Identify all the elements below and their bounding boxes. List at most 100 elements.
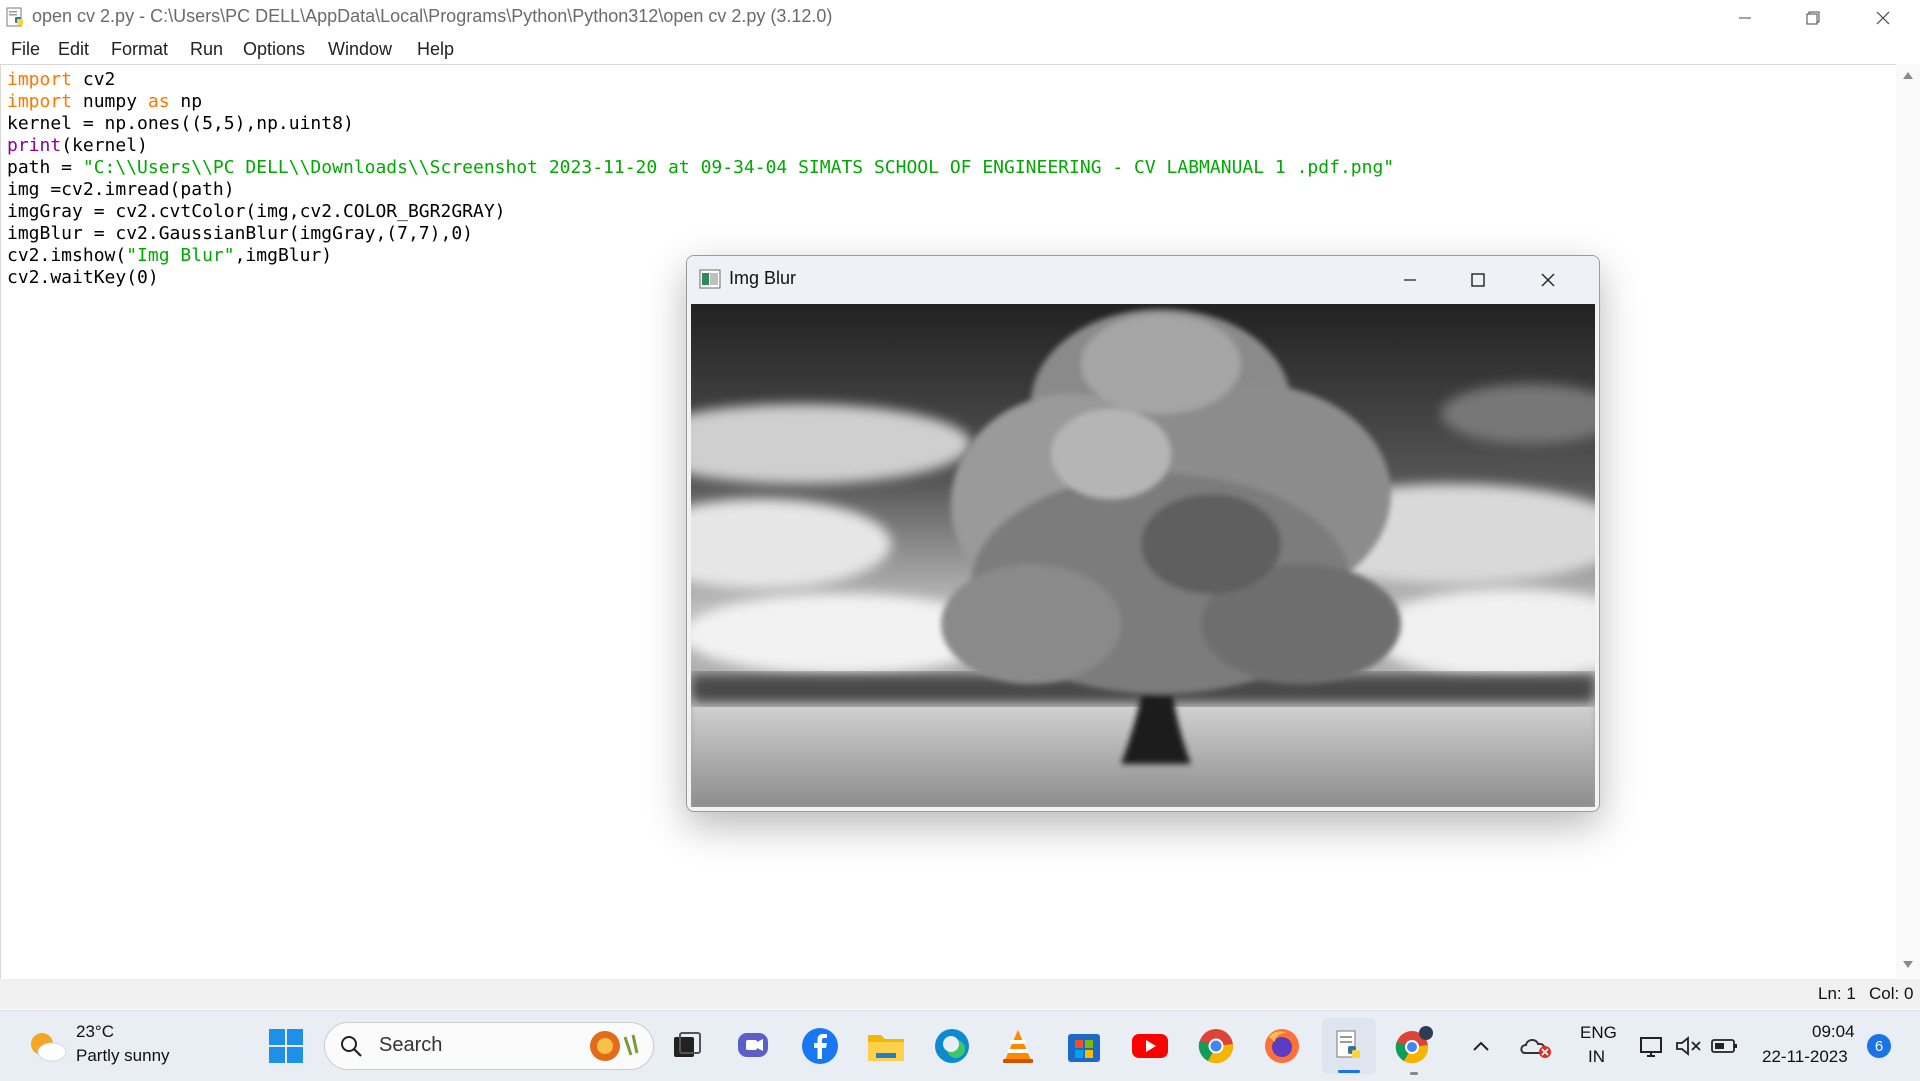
menu-bar: File Edit Format Run Options Window Help bbox=[0, 36, 1920, 64]
status-bar: Ln: 1 Col: 0 bbox=[0, 979, 1920, 1009]
chevron-up-icon bbox=[1473, 1041, 1489, 1051]
edge-icon bbox=[935, 1029, 969, 1063]
code-line-4: (kernel) bbox=[61, 135, 148, 156]
chrome-profile-app[interactable] bbox=[1390, 1022, 1438, 1075]
scroll-up-icon[interactable] bbox=[1902, 70, 1914, 80]
code-line-9: cv2.imshow( bbox=[7, 245, 127, 266]
code-line-2: numpy bbox=[72, 91, 148, 112]
img-blur-titlebar[interactable]: Img Blur bbox=[687, 256, 1599, 304]
search-icon bbox=[341, 1036, 362, 1057]
weather-widget[interactable] bbox=[22, 1022, 72, 1070]
notification-badge[interactable]: 6 bbox=[1867, 1034, 1891, 1058]
code-builtin: print bbox=[7, 135, 62, 156]
maximize-icon bbox=[1471, 273, 1485, 287]
menu-help[interactable]: Help bbox=[417, 39, 454, 60]
window-titlebar: open cv 2.py - C:\Users\PC DELL\AppData\… bbox=[0, 0, 1920, 36]
img-blur-window[interactable]: Img Blur bbox=[686, 255, 1600, 812]
onedrive-status[interactable] bbox=[1514, 1022, 1558, 1070]
file-explorer-app[interactable] bbox=[862, 1022, 910, 1070]
code-keyword: import bbox=[7, 91, 73, 112]
youtube-icon bbox=[1132, 1034, 1168, 1058]
close-icon bbox=[1876, 11, 1890, 25]
code-keyword: import bbox=[7, 69, 73, 90]
search-highlight-icon bbox=[590, 1031, 639, 1061]
taskbar: 23°C Partly sunny Search ENG IN 09:04 22… bbox=[0, 1010, 1920, 1081]
code-line-8: imgBlur = cv2.GaussianBlur(imgGray,(7,7)… bbox=[7, 223, 473, 244]
task-view-button[interactable] bbox=[662, 1022, 710, 1070]
clock-date[interactable]: 22-11-2023 bbox=[1762, 1047, 1848, 1067]
python-idle-icon bbox=[1336, 1030, 1360, 1058]
weather-temperature[interactable]: 23°C bbox=[76, 1022, 114, 1042]
volume-control[interactable] bbox=[1672, 1022, 1704, 1070]
store-icon bbox=[1068, 1034, 1100, 1062]
chrome-icon bbox=[1395, 1026, 1433, 1064]
img-blur-minimize-button[interactable] bbox=[1375, 256, 1445, 304]
search-placeholder: Search bbox=[379, 1034, 443, 1056]
window-title: open cv 2.py - C:\Users\PC DELL\AppData\… bbox=[32, 6, 833, 26]
minimize-icon bbox=[1404, 279, 1416, 281]
menu-file[interactable]: File bbox=[11, 39, 40, 60]
microsoft-store-app[interactable] bbox=[1060, 1022, 1108, 1070]
code-string: "Img Blur" bbox=[126, 245, 235, 266]
menu-options[interactable]: Options bbox=[243, 39, 305, 60]
windows-logo-icon bbox=[269, 1029, 303, 1063]
chrome-icon bbox=[1198, 1029, 1234, 1064]
partly-sunny-icon bbox=[31, 1033, 67, 1062]
vlc-app[interactable] bbox=[994, 1022, 1042, 1070]
code-line-10: cv2.waitKey(0) bbox=[7, 267, 159, 288]
code-line-3: kernel = np.ones((5,5),np.uint8) bbox=[7, 113, 354, 134]
region-indicator[interactable]: IN bbox=[1588, 1047, 1605, 1067]
cloud-error-icon bbox=[1520, 1039, 1551, 1058]
show-hidden-icons-button[interactable] bbox=[1466, 1022, 1496, 1070]
code-keyword: as bbox=[147, 91, 170, 112]
folder-icon bbox=[868, 1035, 904, 1061]
edge-browser-app[interactable] bbox=[928, 1022, 976, 1070]
menu-format[interactable]: Format bbox=[111, 39, 168, 60]
img-blur-title: Img Blur bbox=[729, 268, 797, 288]
code-line-1: cv2 bbox=[72, 69, 116, 90]
firefox-app[interactable] bbox=[1258, 1022, 1306, 1070]
teams-chat-app[interactable] bbox=[730, 1022, 778, 1070]
battery-status[interactable] bbox=[1708, 1022, 1742, 1070]
img-blur-maximize-button[interactable] bbox=[1443, 256, 1513, 304]
close-icon bbox=[1541, 273, 1555, 287]
python-idle-icon bbox=[6, 7, 23, 27]
network-monitor-icon bbox=[1640, 1037, 1662, 1057]
menu-window[interactable]: Window bbox=[328, 39, 392, 60]
weather-description[interactable]: Partly sunny bbox=[76, 1046, 170, 1066]
start-button[interactable] bbox=[262, 1022, 310, 1070]
clock-time[interactable]: 09:04 bbox=[1812, 1022, 1855, 1042]
vlc-cone-icon bbox=[1003, 1030, 1033, 1063]
volume-muted-icon bbox=[1676, 1036, 1701, 1056]
network-status[interactable] bbox=[1636, 1022, 1668, 1070]
img-blur-close-button[interactable] bbox=[1513, 256, 1583, 304]
chat-icon bbox=[738, 1033, 768, 1057]
taskbar-search[interactable]: Search bbox=[324, 1022, 654, 1070]
window-app-icon bbox=[699, 269, 721, 289]
running-app-indicator bbox=[1410, 1072, 1418, 1075]
firefox-icon bbox=[1265, 1029, 1299, 1063]
python-idle-taskbar-app[interactable] bbox=[1322, 1018, 1376, 1074]
menu-run[interactable]: Run bbox=[190, 39, 223, 60]
battery-icon bbox=[1711, 1039, 1737, 1053]
language-indicator[interactable]: ENG bbox=[1580, 1023, 1617, 1043]
scroll-down-icon[interactable] bbox=[1902, 960, 1914, 970]
blurred-grayscale-tree-image bbox=[691, 304, 1595, 807]
code-line-9-rest: ,imgBlur) bbox=[234, 245, 333, 266]
minimize-icon bbox=[1739, 17, 1751, 19]
facebook-app[interactable] bbox=[796, 1022, 844, 1070]
code-line-5: path = bbox=[7, 157, 83, 178]
code-string: "C:\\Users\\PC DELL\\Downloads\\Screensh… bbox=[82, 157, 1395, 178]
code-line-7: imgGray = cv2.cvtColor(img,cv2.COLOR_BGR… bbox=[7, 201, 506, 222]
code-line-6: img =cv2.imread(path) bbox=[7, 179, 235, 200]
minimize-button[interactable] bbox=[1710, 0, 1780, 36]
youtube-app[interactable] bbox=[1126, 1022, 1174, 1070]
vertical-scrollbar[interactable] bbox=[1896, 64, 1920, 978]
code-line-2-rest: np bbox=[169, 91, 203, 112]
facebook-icon bbox=[802, 1028, 838, 1064]
restore-button[interactable] bbox=[1778, 0, 1848, 36]
chrome-app[interactable] bbox=[1192, 1022, 1240, 1070]
restore-icon bbox=[1806, 11, 1820, 25]
menu-edit[interactable]: Edit bbox=[58, 39, 89, 60]
close-button[interactable] bbox=[1848, 0, 1918, 36]
